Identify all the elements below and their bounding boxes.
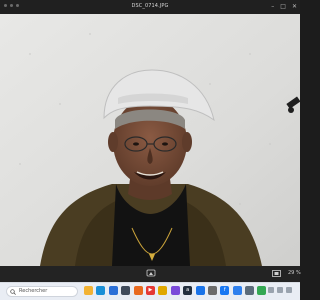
- system-tray: [268, 287, 292, 293]
- store-icon[interactable]: [108, 286, 118, 295]
- zoom-level[interactable]: 29 %: [288, 270, 301, 276]
- window-title: DSC_0714.JPG: [131, 3, 169, 9]
- photos-icon[interactable]: [170, 286, 180, 295]
- window-controls: – □ ✕: [271, 2, 297, 12]
- search-icon: [10, 289, 16, 295]
- chrome-icon[interactable]: [257, 286, 267, 295]
- amazon-icon[interactable]: a: [183, 286, 193, 295]
- tray-icon[interactable]: [277, 287, 283, 293]
- file-explorer-icon[interactable]: [84, 286, 93, 295]
- title-bar: DSC_0714.JPG – □ ✕: [0, 0, 300, 14]
- browser-icon[interactable]: [232, 286, 242, 295]
- search-box[interactable]: Rechercher: [6, 286, 78, 297]
- fit-to-window-icon[interactable]: [272, 270, 281, 277]
- settings-icon[interactable]: [207, 286, 217, 295]
- app-icon[interactable]: [245, 286, 255, 295]
- taskbar-apps: ▶ a f: [84, 286, 267, 295]
- taskbar: Rechercher ▶ a f: [0, 282, 300, 300]
- youtube-icon[interactable]: ▶: [145, 286, 155, 295]
- calendar-icon[interactable]: [121, 286, 131, 295]
- tray-icon[interactable]: [286, 287, 292, 293]
- tray-icon[interactable]: [268, 287, 274, 293]
- folder-icon[interactable]: [158, 286, 168, 295]
- rotate-icon[interactable]: [146, 268, 156, 278]
- photo-viewer[interactable]: [0, 14, 300, 266]
- minimize-icon[interactable]: –: [271, 2, 274, 12]
- edge-icon[interactable]: [96, 286, 106, 295]
- dropbox-icon[interactable]: [195, 286, 205, 295]
- viewer-toolbar: 29 %: [0, 266, 301, 282]
- close-icon[interactable]: ✕: [292, 2, 297, 12]
- search-placeholder: Rechercher: [19, 288, 48, 294]
- facebook-icon[interactable]: f: [220, 286, 230, 295]
- photo: [0, 14, 300, 266]
- firefox-icon[interactable]: [133, 286, 143, 295]
- maximize-icon[interactable]: □: [280, 2, 286, 12]
